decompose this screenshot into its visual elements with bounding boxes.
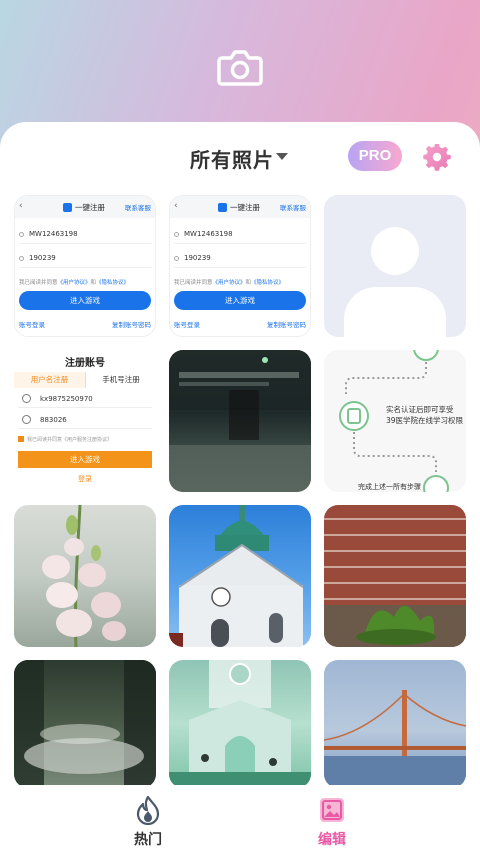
- user-icon: [174, 232, 179, 237]
- screenshot-link-right: 复制账号密码: [267, 321, 306, 329]
- screenshot-link-right: 复制账号密码: [112, 321, 151, 329]
- gallery-sheet: 所有照片 PRO ‹ 一键注册 联系客服 MW12463198 190239 我…: [0, 122, 480, 853]
- register-agreement: 我已阅读并同意《用户服务注册协议》: [18, 436, 112, 443]
- screenshot-title: 一键注册: [63, 202, 105, 213]
- user-icon: [19, 232, 24, 237]
- nav-tab-edit[interactable]: 编辑: [292, 785, 372, 853]
- screenshot-account-row: MW12463198: [19, 226, 151, 244]
- register-agreement-text: 我已阅读并同意《用户服务注册协议》: [27, 437, 113, 443]
- user-icon: [22, 394, 31, 403]
- register-tab-username: 用户名注册: [14, 372, 85, 388]
- agree-link-2: 《隐私协议》: [96, 280, 130, 286]
- camera-icon: [217, 50, 263, 86]
- screenshot-password: 190239: [29, 254, 56, 262]
- screenshot-link-left: 账号登录: [174, 321, 200, 329]
- screenshot-agreement: 我已阅读并同意《用户协议》和《隐私协议》: [19, 278, 129, 286]
- brick-plant-image: [324, 518, 466, 647]
- screenshot-account-row: MW12463198: [174, 226, 306, 244]
- agree-link-2: 《隐私协议》: [251, 280, 285, 286]
- church-tower-image: [169, 505, 304, 647]
- bottom-navigation: 热门 编辑: [0, 785, 480, 853]
- screenshot-topbar: ‹ 一键注册 联系客服: [170, 196, 310, 218]
- register-username-row: kx9875250970: [18, 391, 152, 408]
- register-title: 注册账号: [65, 358, 105, 369]
- screenshot-topbar: ‹ 一键注册 联系客服: [15, 196, 155, 218]
- photo-login-screenshot-1[interactable]: ‹ 一键注册 联系客服 MW12463198 190239 我已阅读并同意《用户…: [14, 195, 156, 337]
- bridge-image: [324, 690, 466, 788]
- nav-edit-label: 编辑: [318, 832, 346, 848]
- flow-text: 实名认证后即可享受 39医学院在线学习权限: [386, 404, 463, 426]
- photo-church-tower[interactable]: [169, 505, 311, 647]
- photo-forest-stream[interactable]: [14, 660, 156, 788]
- photo-bridge[interactable]: [324, 660, 466, 788]
- lock-icon: [174, 256, 179, 261]
- screenshot-account: MW12463198: [29, 230, 78, 238]
- image-edit-icon: [320, 798, 344, 822]
- photo-login-screenshot-2[interactable]: ‹ 一键注册 联系客服 MW12463198 190239 我已阅读并同意《用户…: [169, 195, 311, 337]
- lock-icon: [22, 415, 31, 424]
- flow-tail-text: 完成上述一所有步骤: [358, 483, 421, 491]
- person-placeholder-icon: [344, 227, 446, 337]
- checkbox-icon: [18, 436, 24, 442]
- back-icon: ‹: [19, 201, 23, 211]
- register-tab-phone: 手机号注册: [85, 372, 156, 388]
- photo-night-scene[interactable]: [169, 350, 311, 492]
- gear-icon: [423, 144, 451, 171]
- chevron-down-icon[interactable]: [276, 153, 288, 160]
- register-enter-button: 进入游戏: [18, 451, 152, 468]
- screenshot-links: 账号登录 复制账号密码: [174, 319, 306, 329]
- flower-image: [42, 505, 126, 647]
- agree-prefix: 我已阅读并同意: [19, 280, 58, 286]
- register-password: 883026: [40, 416, 67, 424]
- flow-line-2: 39医学院在线学习权限: [386, 416, 464, 425]
- photo-flow-diagram[interactable]: 实名认证后即可享受 39医学院在线学习权限 完成上述一所有步骤: [324, 350, 466, 492]
- photo-register-screenshot[interactable]: 注册账号 用户名注册 手机号注册 kx9875250970 883026 我已阅…: [14, 350, 156, 492]
- camera-button[interactable]: [216, 46, 264, 88]
- screenshot-link-left: 账号登录: [19, 321, 45, 329]
- night-scene-image: [169, 350, 311, 492]
- app-logo-icon: [218, 203, 227, 212]
- agree-link-1: 《用户协议》: [57, 280, 91, 286]
- screenshot-enter-button: 进入游戏: [174, 291, 306, 310]
- lock-icon: [19, 256, 24, 261]
- flame-icon: [136, 795, 160, 825]
- screenshot-account: MW12463198: [184, 230, 233, 238]
- register-tabs: 用户名注册 手机号注册: [14, 372, 156, 388]
- screenshot-service-link: 联系客服: [125, 204, 151, 212]
- photo-flower[interactable]: [14, 505, 156, 647]
- register-username: kx9875250970: [40, 395, 93, 403]
- nav-tab-hot[interactable]: 热门: [108, 785, 188, 853]
- register-password-row: 883026: [18, 412, 152, 429]
- agree-link-1: 《用户协议》: [212, 280, 246, 286]
- screenshot-password-row: 190239: [174, 250, 306, 268]
- screenshot-links: 账号登录 复制账号密码: [19, 319, 151, 329]
- screenshot-title-text: 一键注册: [75, 203, 105, 212]
- fantasy-castle-image: [169, 660, 311, 788]
- screenshot-title-text: 一键注册: [230, 203, 260, 212]
- screenshot-title: 一键注册: [218, 202, 260, 213]
- screenshot-enter-button: 进入游戏: [19, 291, 151, 310]
- photo-avatar-placeholder[interactable]: [324, 195, 466, 337]
- flow-line-1: 实名认证后即可享受: [386, 405, 454, 414]
- screenshot-service-link: 联系客服: [280, 204, 306, 212]
- screenshot-password: 190239: [184, 254, 211, 262]
- agree-prefix: 我已阅读并同意: [174, 280, 213, 286]
- register-login-link: 登录: [78, 475, 92, 483]
- album-title[interactable]: 所有照片: [190, 144, 274, 173]
- back-icon: ‹: [174, 201, 178, 211]
- settings-button[interactable]: [422, 142, 452, 172]
- nav-hot-label: 热门: [134, 832, 162, 848]
- app-logo-icon: [63, 203, 72, 212]
- gallery-header: 所有照片 PRO: [0, 122, 480, 194]
- photo-brick-plant[interactable]: [324, 505, 466, 647]
- pro-badge[interactable]: PRO: [348, 141, 402, 171]
- forest-stream-image: [14, 660, 156, 788]
- screenshot-agreement: 我已阅读并同意《用户协议》和《隐私协议》: [174, 278, 284, 286]
- screenshot-password-row: 190239: [19, 250, 151, 268]
- photo-fantasy-castle[interactable]: [169, 660, 311, 788]
